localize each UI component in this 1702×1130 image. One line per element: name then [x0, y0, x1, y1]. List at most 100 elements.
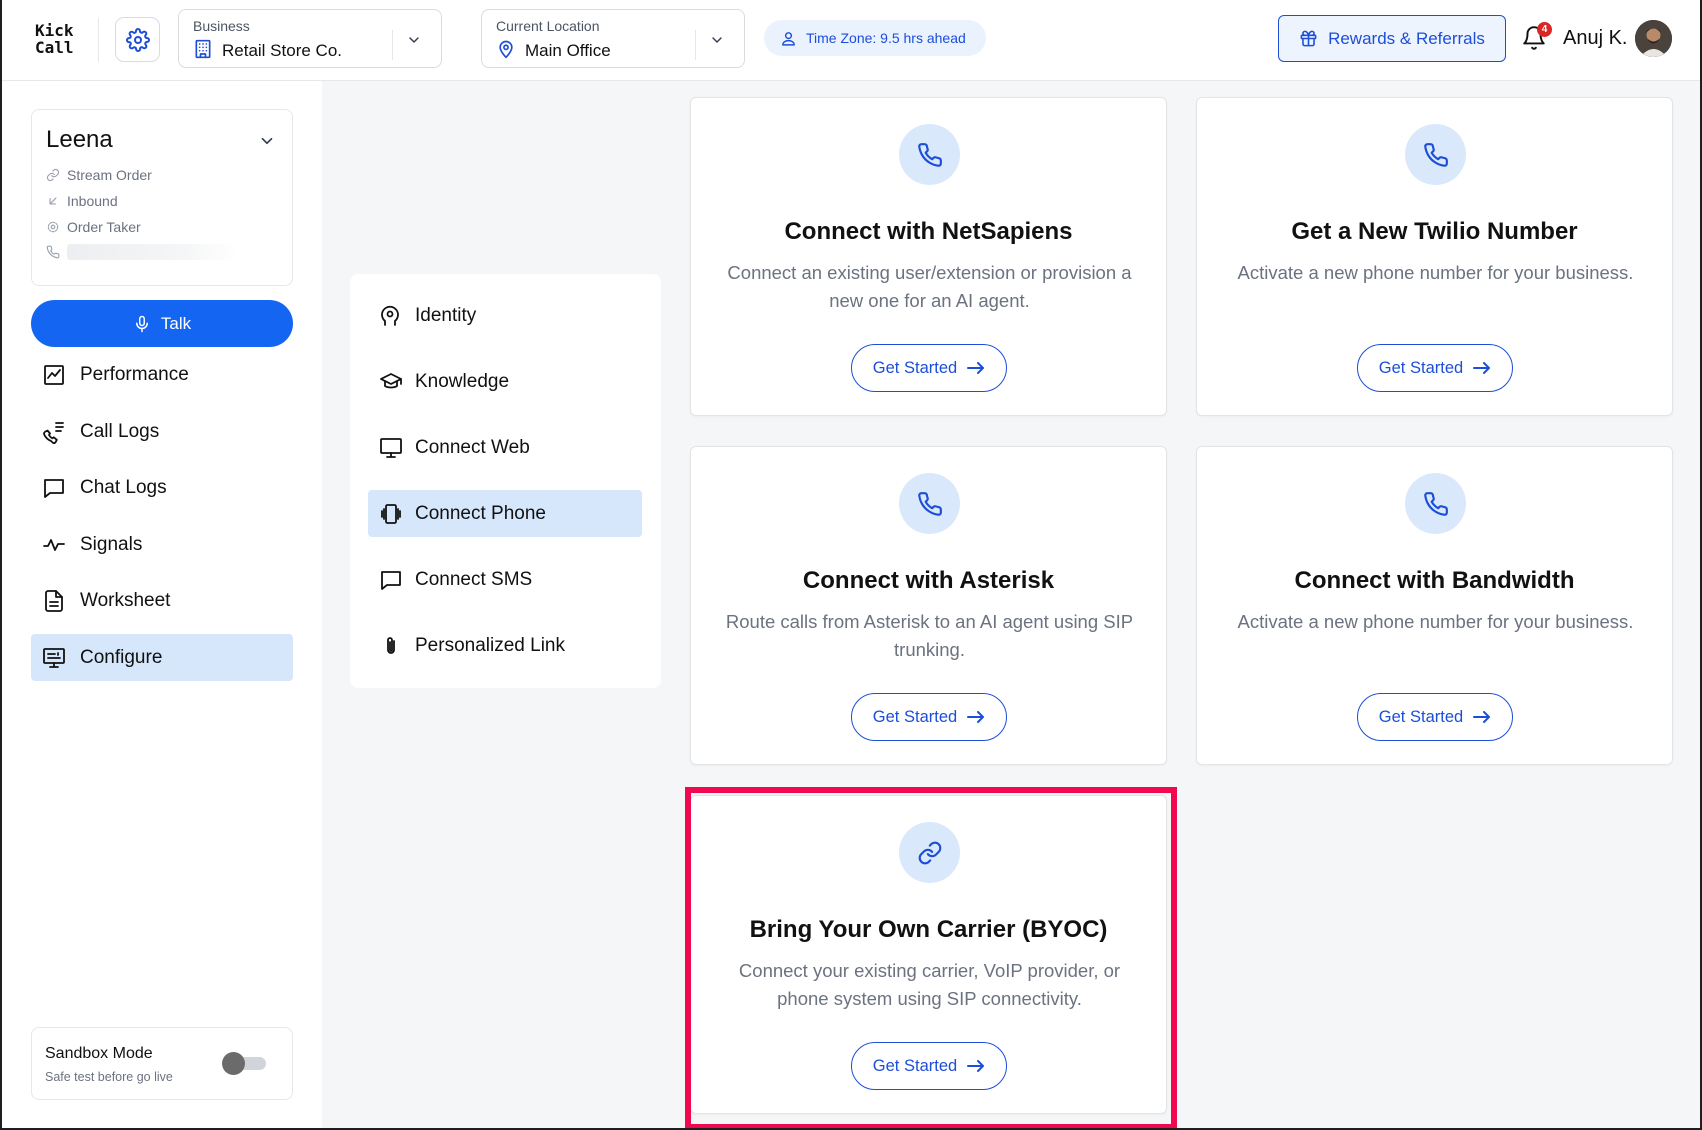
- card-title: Connect with Bandwidth: [1294, 567, 1575, 594]
- arrow-right-icon: [1473, 711, 1491, 723]
- button-label: Get Started: [1378, 358, 1464, 377]
- chevron-down-icon[interactable]: [406, 32, 422, 48]
- sidebar-item-configure[interactable]: Configure: [31, 634, 293, 681]
- agent-use-case: Stream Order: [46, 167, 152, 183]
- location-caption: Current Location: [496, 18, 600, 34]
- sidebar-item-label: Signals: [80, 533, 143, 555]
- user-icon: [780, 30, 797, 47]
- redacted-phone-number: [67, 244, 237, 260]
- submenu-item-label: Personalized Link: [415, 634, 565, 656]
- agent-role: Order Taker: [46, 219, 141, 235]
- logo[interactable]: Kick Call: [35, 22, 81, 56]
- monitor-icon: [379, 436, 403, 460]
- timezone-pill: Time Zone: 9.5 hrs ahead: [764, 20, 986, 56]
- arrow-right-icon: [967, 362, 985, 374]
- button-label: Get Started: [872, 1056, 958, 1075]
- chevron-down-icon[interactable]: [709, 32, 725, 48]
- sandbox-subtitle: Safe test before go live: [45, 1070, 173, 1084]
- business-value: Retail Store Co.: [222, 41, 342, 60]
- card-title: Connect with NetSapiens: [784, 218, 1073, 245]
- logo-line-1: Kick: [35, 21, 74, 40]
- business-caption: Business: [193, 18, 250, 34]
- submenu-item-identity[interactable]: Identity: [368, 292, 642, 339]
- arrow-right-icon: [967, 1060, 985, 1072]
- main-content: Identity Knowledge Connect Web Connect P…: [322, 81, 1700, 1128]
- phone-icon: [899, 124, 960, 185]
- location-selector[interactable]: Current Location Main Office: [481, 9, 745, 68]
- get-started-button[interactable]: Get Started: [851, 693, 1007, 741]
- sidebar-item-signals[interactable]: Signals: [31, 521, 293, 568]
- vibrating-phone-icon: [379, 502, 403, 526]
- get-started-button[interactable]: Get Started: [1357, 344, 1513, 392]
- avatar[interactable]: [1635, 20, 1672, 57]
- card-title: Bring Your Own Carrier (BYOC): [749, 916, 1108, 943]
- card-byoc: Bring Your Own Carrier (BYOC) Connect yo…: [690, 795, 1167, 1114]
- arrow-right-icon: [1473, 362, 1491, 374]
- card-description: Activate a new phone number for your bus…: [1237, 262, 1634, 283]
- agent-use-case-text: Stream Order: [67, 167, 152, 183]
- submenu-item-connect-phone[interactable]: Connect Phone: [368, 490, 642, 537]
- rewards-label: Rewards & Referrals: [1328, 28, 1485, 48]
- submenu-item-label: Knowledge: [415, 370, 510, 392]
- location-value: Main Office: [525, 41, 611, 60]
- chart-icon: [42, 363, 66, 387]
- card-title: Get a New Twilio Number: [1291, 218, 1578, 245]
- sidebar-item-label: Chat Logs: [80, 476, 167, 498]
- document-icon: [42, 589, 66, 613]
- sidebar-item-performance[interactable]: Performance: [31, 351, 293, 398]
- chat-icon: [42, 476, 66, 500]
- message-icon: [379, 568, 403, 592]
- paperclip-icon: [379, 634, 403, 658]
- button-label: Get Started: [872, 358, 958, 377]
- submenu-item-personalized-link[interactable]: Personalized Link: [368, 622, 642, 669]
- submenu-item-connect-web[interactable]: Connect Web: [368, 424, 642, 471]
- sandbox-toggle[interactable]: [222, 1051, 266, 1075]
- sidebar-item-chat-logs[interactable]: Chat Logs: [31, 464, 293, 511]
- head-icon: [379, 304, 403, 328]
- card-twilio: Get a New Twilio Number Activate a new p…: [1196, 97, 1673, 416]
- agent-card[interactable]: Leena Stream Order Inbound Order Taker: [31, 109, 293, 286]
- phone-icon: [899, 473, 960, 534]
- arrow-right-icon: [967, 711, 985, 723]
- get-started-button[interactable]: Get Started: [1357, 693, 1513, 741]
- agent-phone: [46, 244, 237, 260]
- phone-icon: [1405, 473, 1466, 534]
- logo-line-2: Call: [35, 38, 74, 57]
- sidebar-item-label: Call Logs: [80, 420, 160, 442]
- link-icon: [899, 822, 960, 883]
- link-icon: [46, 168, 60, 182]
- sidebar-item-worksheet[interactable]: Worksheet: [31, 577, 293, 624]
- submenu-item-knowledge[interactable]: Knowledge: [368, 358, 642, 405]
- agent-name: Leena: [46, 126, 113, 153]
- configure-submenu: Identity Knowledge Connect Web Connect P…: [350, 274, 661, 688]
- submenu-item-label: Connect Web: [415, 436, 530, 458]
- button-label: Get Started: [872, 707, 958, 726]
- cog-icon: [46, 220, 60, 234]
- get-started-button[interactable]: Get Started: [851, 344, 1007, 392]
- sidebar: Leena Stream Order Inbound Order Taker T…: [2, 81, 322, 1128]
- rewards-referrals-button[interactable]: Rewards & Referrals: [1278, 15, 1506, 62]
- card-description: Connect your existing carrier, VoIP prov…: [738, 960, 1121, 1009]
- agent-direction: Inbound: [46, 193, 118, 209]
- sandbox-mode-panel: Sandbox Mode Safe test before go live: [31, 1027, 293, 1100]
- get-started-button[interactable]: Get Started: [851, 1042, 1007, 1090]
- user-name[interactable]: Anuj K.: [1563, 27, 1627, 50]
- pulse-icon: [42, 533, 66, 557]
- microphone-icon: [133, 315, 151, 333]
- sidebar-item-call-logs[interactable]: Call Logs: [31, 408, 293, 455]
- building-icon: [193, 39, 213, 59]
- settings-button[interactable]: [115, 17, 160, 62]
- sandbox-title: Sandbox Mode: [45, 1045, 153, 1062]
- submenu-item-connect-sms[interactable]: Connect SMS: [368, 556, 642, 603]
- talk-button[interactable]: Talk: [31, 300, 293, 347]
- chevron-down-icon[interactable]: [258, 132, 276, 150]
- button-label: Get Started: [1378, 707, 1464, 726]
- sidebar-item-label: Performance: [80, 363, 189, 385]
- agent-direction-text: Inbound: [67, 193, 118, 209]
- business-selector[interactable]: Business Retail Store Co.: [178, 9, 442, 68]
- card-description: Activate a new phone number for your bus…: [1237, 611, 1634, 632]
- talk-label: Talk: [160, 313, 192, 333]
- submenu-item-label: Connect SMS: [415, 568, 533, 590]
- card-bandwidth: Connect with Bandwidth Activate a new ph…: [1196, 446, 1673, 765]
- map-pin-icon: [496, 39, 516, 59]
